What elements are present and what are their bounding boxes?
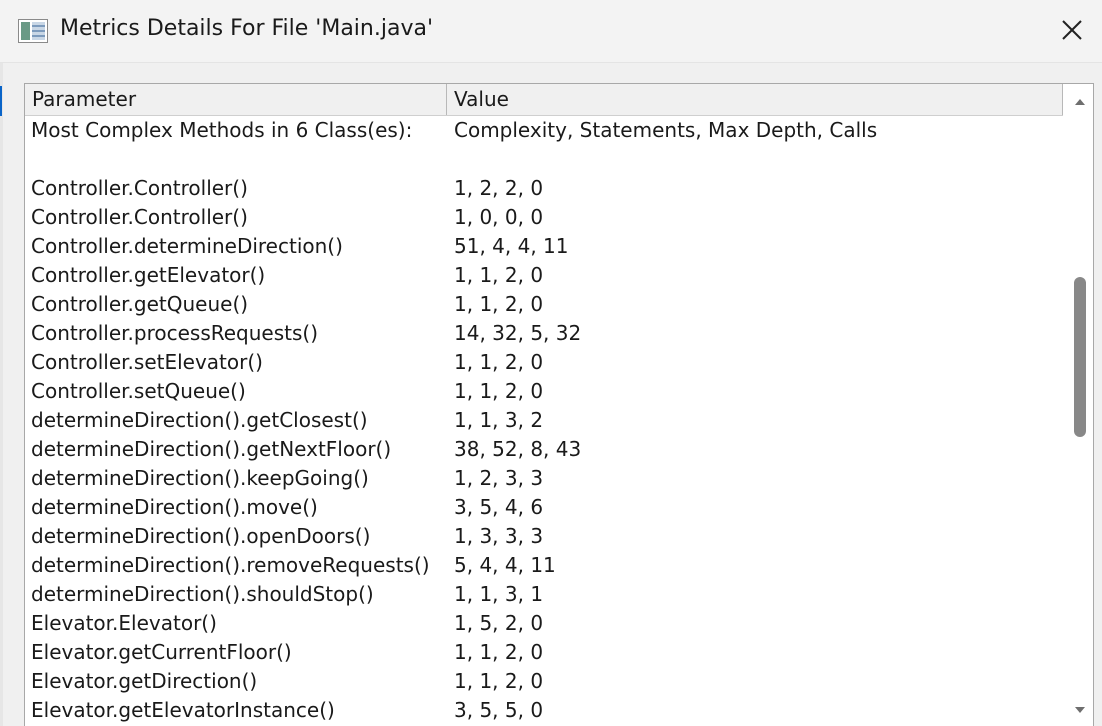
parameter-cell: Controller.setElevator(): [31, 350, 263, 374]
scrollbar-thumb[interactable]: [1074, 277, 1086, 437]
value-cell: 1, 1, 3, 1: [454, 582, 544, 606]
table-row[interactable]: Controller.determineDirection() 51, 4, 4,…: [25, 232, 1063, 261]
table-row[interactable]: determineDirection().move() 3, 5, 4, 6: [25, 493, 1063, 522]
table-row[interactable]: determineDirection().getClosest() 1, 1, 3…: [25, 406, 1063, 435]
value-cell: 38, 52, 8, 43: [454, 437, 582, 461]
table-body: Most Complex Methods in 6 Class(es): Comp…: [25, 116, 1063, 725]
value-cell: 1, 1, 2, 0: [454, 292, 544, 316]
table-row[interactable]: Controller.processRequests() 14, 32, 5, 3…: [25, 319, 1063, 348]
table-row[interactable]: Controller.getQueue() 1, 1, 2, 0: [25, 290, 1063, 319]
scroll-up-button[interactable]: [1073, 94, 1087, 108]
window-title: Metrics Details For File 'Main.java': [60, 16, 433, 41]
table-row[interactable]: Elevator.getElevatorInstance() 3, 5, 5, 0: [25, 696, 1063, 725]
value-cell: 14, 32, 5, 32: [454, 321, 582, 345]
value-cell: 3, 5, 5, 0: [454, 698, 544, 722]
table-row[interactable]: Most Complex Methods in 6 Class(es): Comp…: [25, 116, 1063, 145]
value-cell: 1, 1, 3, 2: [454, 408, 544, 432]
parameter-cell: Elevator.getCurrentFloor(): [31, 640, 292, 664]
value-cell: 3, 5, 4, 6: [454, 495, 544, 519]
table-row[interactable]: determineDirection().removeRequests() 5, …: [25, 551, 1063, 580]
parameter-cell: Elevator.Elevator(): [31, 611, 217, 635]
parameter-cell: determineDirection().getNextFloor(): [31, 437, 392, 461]
parameter-cell: Controller.Controller(): [31, 205, 248, 229]
parameter-cell: Elevator.getDirection(): [31, 669, 258, 693]
background-accent: [0, 86, 2, 116]
parameter-cell: Controller.Controller(): [31, 176, 248, 200]
value-cell: 1, 1, 2, 0: [454, 640, 544, 664]
vertical-scrollbar[interactable]: [1067, 84, 1093, 726]
parameter-cell: Controller.getElevator(): [31, 263, 266, 287]
table-row[interactable]: determineDirection().keepGoing() 1, 2, 3,…: [25, 464, 1063, 493]
close-button[interactable]: [1056, 14, 1088, 46]
table-row[interactable]: determineDirection().openDoors() 1, 3, 3,…: [25, 522, 1063, 551]
table-header: Parameter Value: [25, 84, 1063, 116]
chevron-up-icon: [1075, 99, 1085, 105]
value-cell: 1, 2, 3, 3: [454, 466, 544, 490]
table-row[interactable]: Controller.setQueue() 1, 1, 2, 0: [25, 377, 1063, 406]
table-row[interactable]: Elevator.getDirection() 1, 1, 2, 0: [25, 667, 1063, 696]
parameter-cell: Controller.determineDirection(): [31, 234, 343, 258]
table-row[interactable]: [25, 145, 1063, 174]
metrics-table[interactable]: Parameter Value Most Complex Methods in …: [24, 83, 1094, 726]
parameter-cell: Controller.setQueue(): [31, 379, 246, 403]
parameter-cell: Most Complex Methods in 6 Class(es):: [31, 118, 413, 142]
title-bar[interactable]: Metrics Details For File 'Main.java': [0, 0, 1102, 63]
value-cell: 1, 3, 3, 3: [454, 524, 544, 548]
table-row[interactable]: determineDirection().getNextFloor() 38, 5…: [25, 435, 1063, 464]
close-icon: [1062, 20, 1082, 40]
column-header-parameter[interactable]: Parameter: [25, 84, 447, 115]
value-cell: 1, 2, 2, 0: [454, 176, 544, 200]
parameter-cell: Controller.processRequests(): [31, 321, 319, 345]
column-header-value[interactable]: Value: [447, 84, 1063, 115]
table-row[interactable]: Controller.Controller() 1, 2, 2, 0: [25, 174, 1063, 203]
parameter-cell: determineDirection().openDoors(): [31, 524, 371, 548]
parameter-cell: determineDirection().shouldStop(): [31, 582, 374, 606]
parameter-cell: determineDirection().keepGoing(): [31, 466, 369, 490]
metrics-app-icon: [18, 19, 48, 43]
value-cell: 1, 5, 2, 0: [454, 611, 544, 635]
value-cell: 51, 4, 4, 11: [454, 234, 569, 258]
table-row[interactable]: determineDirection().shouldStop() 1, 1, 3…: [25, 580, 1063, 609]
table-row[interactable]: Elevator.Elevator() 1, 5, 2, 0: [25, 609, 1063, 638]
value-cell: 1, 1, 2, 0: [454, 379, 544, 403]
table-row[interactable]: Controller.getElevator() 1, 1, 2, 0: [25, 261, 1063, 290]
window-left-edge: [0, 60, 3, 726]
parameter-cell: determineDirection().removeRequests(): [31, 553, 430, 577]
parameter-cell: determineDirection().getClosest(): [31, 408, 368, 432]
parameter-cell: Controller.getQueue(): [31, 292, 249, 316]
value-cell: 1, 1, 2, 0: [454, 350, 544, 374]
scroll-down-button[interactable]: [1073, 702, 1087, 716]
table-row[interactable]: Elevator.getCurrentFloor() 1, 1, 2, 0: [25, 638, 1063, 667]
parameter-cell: Elevator.getElevatorInstance(): [31, 698, 335, 722]
value-cell: 5, 4, 4, 11: [454, 553, 556, 577]
value-cell: 1, 0, 0, 0: [454, 205, 544, 229]
value-cell: Complexity, Statements, Max Depth, Calls: [454, 118, 878, 142]
table-row[interactable]: Controller.setElevator() 1, 1, 2, 0: [25, 348, 1063, 377]
parameter-cell: determineDirection().move(): [31, 495, 318, 519]
chevron-down-icon: [1075, 707, 1085, 713]
value-cell: 1, 1, 2, 0: [454, 669, 544, 693]
value-cell: 1, 1, 2, 0: [454, 263, 544, 287]
metrics-details-window: Metrics Details For File 'Main.java' Par…: [0, 0, 1102, 726]
table-row[interactable]: Controller.Controller() 1, 0, 0, 0: [25, 203, 1063, 232]
